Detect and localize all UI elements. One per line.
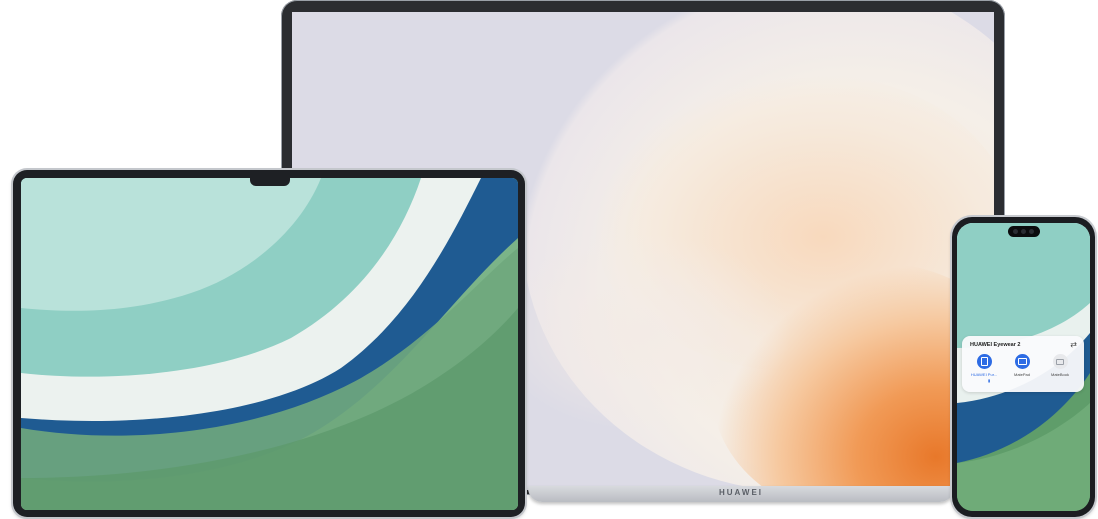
camera-dot bbox=[1013, 229, 1018, 234]
audio-device-card[interactable]: HUAWEI Eyewear 2 ⇄ HUAWEI Pur... MatePad… bbox=[962, 336, 1084, 392]
camera-dot bbox=[1029, 229, 1034, 234]
tablet-icon bbox=[1014, 354, 1030, 369]
tablet-screen bbox=[21, 178, 518, 510]
swap-arrows-icon[interactable]: ⇄ bbox=[1070, 341, 1077, 349]
device-option-tablet[interactable]: MatePad bbox=[1005, 354, 1039, 377]
laptop-base: HUAWEI bbox=[528, 486, 954, 502]
phone-camera-pill bbox=[1008, 226, 1040, 237]
laptop-icon bbox=[1052, 354, 1068, 369]
laptop-brand-label: HUAWEI bbox=[719, 488, 763, 497]
tablet-wallpaper bbox=[21, 178, 518, 510]
camera-dot bbox=[1021, 229, 1026, 234]
device-label: MatePad bbox=[1013, 372, 1030, 377]
device-label: HUAWEI Pur... bbox=[970, 372, 998, 377]
device-option-phone[interactable]: HUAWEI Pur... bbox=[967, 354, 1001, 377]
audio-card-title: HUAWEI Eyewear 2 bbox=[970, 342, 1021, 348]
device-label: MateBook bbox=[1050, 372, 1069, 377]
tablet-camera-notch bbox=[250, 178, 290, 186]
device-option-laptop[interactable]: MateBook bbox=[1043, 354, 1077, 377]
volume-indicator-icon: ▮ bbox=[988, 378, 991, 383]
phone-icon bbox=[976, 354, 992, 369]
